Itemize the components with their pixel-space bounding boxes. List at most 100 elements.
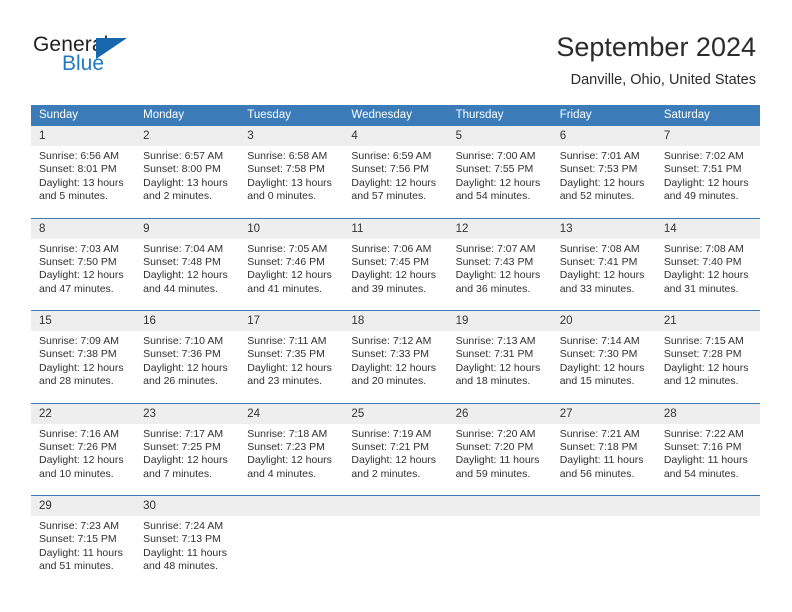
day-number-cell[interactable]: 17	[239, 310, 344, 331]
daylight-text-line1: Daylight: 12 hours	[351, 361, 437, 374]
day-number-cell[interactable]: 9	[135, 218, 240, 239]
daylight-text-line2: and 18 minutes.	[455, 375, 531, 388]
day-detail-cell: Sunrise: 7:20 AM Sunset: 7:20 PM Daylight:…	[447, 423, 552, 496]
day-number-cell[interactable]: 23	[135, 403, 240, 424]
sunset-text: Sunset: 7:15 PM	[39, 533, 117, 546]
day-empty-cell	[447, 516, 552, 588]
daylight-text-line1: Daylight: 12 hours	[455, 361, 541, 374]
daylight-text-line2: and 2 minutes.	[351, 467, 421, 480]
calendar-body: 1 2 3 4 5 6 7 Sunrise: 6:56 AM Sunset: 8:01 PM Da…	[31, 126, 760, 588]
sunrise-text: Sunrise: 7:19 AM	[351, 427, 432, 440]
day-number-cell[interactable]: 7	[655, 126, 760, 146]
day-detail-cell: Sunrise: 7:19 AM Sunset: 7:21 PM Daylight:…	[343, 423, 448, 496]
day-number-cell[interactable]: 20	[551, 310, 656, 331]
logo-text-blue: Blue	[62, 52, 105, 75]
daylight-text-line2: and 0 minutes.	[247, 190, 317, 203]
day-number-cell[interactable]: 24	[239, 403, 344, 424]
sunrise-text: Sunrise: 7:04 AM	[143, 242, 224, 255]
day-number-cell[interactable]: 5	[447, 126, 552, 146]
day-number-cell[interactable]: 12	[447, 218, 552, 239]
daylight-text-line2: and 47 minutes.	[39, 282, 114, 295]
day-number-cell[interactable]: 21	[655, 310, 760, 331]
day-number-cell[interactable]: 8	[31, 218, 136, 239]
day-number-cell[interactable]: 19	[447, 310, 552, 331]
day-detail-cell: Sunrise: 7:05 AM Sunset: 7:46 PM Daylight:…	[239, 238, 344, 311]
day-number-cell	[239, 495, 344, 516]
day-number-cell[interactable]: 6	[551, 126, 656, 146]
calendar-page: General Blue September 2024 Danville, Oh…	[0, 0, 792, 612]
daylight-text-line2: and 39 minutes.	[351, 282, 427, 295]
day-number-cell[interactable]: 11	[343, 218, 448, 239]
day-number-cell	[343, 495, 448, 516]
sunset-text: Sunset: 7:30 PM	[559, 348, 638, 361]
daylight-text-line2: and 7 minutes.	[143, 467, 213, 480]
day-detail-cell: Sunrise: 6:58 AM Sunset: 7:58 PM Daylight:…	[239, 146, 344, 218]
sunset-text: Sunset: 7:25 PM	[143, 440, 221, 453]
day-empty-cell	[655, 516, 760, 588]
sunset-text: Sunset: 7:33 PM	[351, 348, 430, 361]
sunrise-text: Sunrise: 7:05 AM	[247, 242, 328, 255]
day-number-cell[interactable]: 22	[31, 403, 136, 424]
sunrise-text: Sunrise: 7:23 AM	[39, 520, 119, 532]
day-detail-cell: Sunrise: 7:24 AM Sunset: 7:13 PM Daylight:…	[135, 516, 240, 588]
day-number-cell[interactable]: 26	[447, 403, 552, 424]
day-number-cell[interactable]: 30	[135, 495, 240, 516]
day-detail-cell: Sunrise: 7:02 AM Sunset: 7:51 PM Daylight:…	[655, 146, 760, 218]
day-number-cell[interactable]: 2	[135, 126, 240, 146]
sunrise-text: Sunrise: 7:10 AM	[143, 335, 224, 347]
sunrise-text: Sunrise: 7:08 AM	[663, 242, 744, 255]
daylight-text-line1: Daylight: 12 hours	[247, 269, 332, 282]
sunset-text: Sunset: 7:40 PM	[663, 255, 742, 268]
day-detail-cell: Sunrise: 7:15 AM Sunset: 7:28 PM Daylight:…	[655, 331, 760, 403]
day-number-cell[interactable]: 25	[343, 403, 448, 424]
daylight-text-line1: Daylight: 12 hours	[247, 454, 332, 467]
daylight-text-line2: and 26 minutes.	[143, 375, 218, 388]
sunset-text: Sunset: 7:18 PM	[559, 440, 638, 453]
day-number-cell[interactable]: 15	[31, 310, 136, 331]
day-number-cell[interactable]: 27	[551, 403, 656, 424]
sunset-text: Sunset: 7:35 PM	[247, 348, 325, 361]
sunset-text: Sunset: 7:36 PM	[143, 348, 221, 361]
daylight-text-line1: Daylight: 13 hours	[143, 176, 228, 189]
day-number-cell[interactable]: 4	[343, 126, 448, 146]
day-number-cell[interactable]: 1	[31, 126, 136, 146]
day-number-cell[interactable]: 10	[239, 218, 344, 239]
day-detail-cell: Sunrise: 6:56 AM Sunset: 8:01 PM Daylight:…	[31, 146, 136, 218]
day-number-cell[interactable]: 3	[239, 126, 344, 146]
sunrise-text: Sunrise: 7:22 AM	[663, 427, 744, 440]
day-detail-cell: Sunrise: 7:17 AM Sunset: 7:25 PM Daylight:…	[135, 423, 240, 496]
sunset-text: Sunset: 7:51 PM	[663, 163, 742, 176]
day-number-cell	[655, 495, 760, 516]
sunset-text: Sunset: 7:43 PM	[455, 255, 534, 268]
daylight-text-line1: Daylight: 12 hours	[351, 176, 437, 189]
weekday-header-saturday: Saturday	[655, 105, 760, 126]
weekday-header-sunday: Sunday	[31, 105, 136, 126]
sunset-text: Sunset: 7:45 PM	[351, 255, 430, 268]
daylight-text-line2: and 31 minutes.	[663, 282, 739, 295]
daylight-text-line1: Daylight: 12 hours	[351, 269, 437, 282]
day-number-cell[interactable]: 29	[31, 495, 136, 516]
daylight-text-line2: and 49 minutes.	[663, 190, 739, 203]
day-detail-cell: Sunrise: 7:11 AM Sunset: 7:35 PM Daylight:…	[239, 331, 344, 403]
week-daynumber-row: 1234567	[31, 126, 760, 146]
sunrise-text: Sunrise: 7:02 AM	[663, 150, 744, 162]
daylight-text-line2: and 2 minutes.	[143, 190, 213, 203]
day-detail-cell: Sunrise: 7:21 AM Sunset: 7:18 PM Daylight:…	[551, 423, 656, 496]
sunrise-text: Sunrise: 7:00 AM	[455, 150, 536, 162]
day-detail-cell: Sunrise: 7:13 AM Sunset: 7:31 PM Daylight:…	[447, 331, 552, 403]
day-number-cell[interactable]: 13	[551, 218, 656, 239]
day-number-cell	[447, 495, 552, 516]
sunrise-text: Sunrise: 7:06 AM	[351, 242, 432, 255]
day-number-cell[interactable]: 18	[343, 310, 448, 331]
sunset-text: Sunset: 7:50 PM	[39, 255, 117, 268]
sunrise-text: Sunrise: 7:20 AM	[455, 427, 536, 440]
daylight-text-line1: Daylight: 12 hours	[559, 176, 645, 189]
sunrise-sunset-calendar-table: Sunday Monday Tuesday Wednesday Thursday…	[31, 105, 760, 588]
page-header: General Blue September 2024 Danville, Oh…	[0, 0, 792, 100]
day-detail-cell: Sunrise: 7:01 AM Sunset: 7:53 PM Daylight:…	[551, 146, 656, 218]
daylight-text-line2: and 56 minutes.	[559, 467, 635, 480]
sunset-text: Sunset: 8:00 PM	[143, 163, 221, 176]
day-number-cell[interactable]: 28	[655, 403, 760, 424]
day-number-cell[interactable]: 16	[135, 310, 240, 331]
day-number-cell[interactable]: 14	[655, 218, 760, 239]
